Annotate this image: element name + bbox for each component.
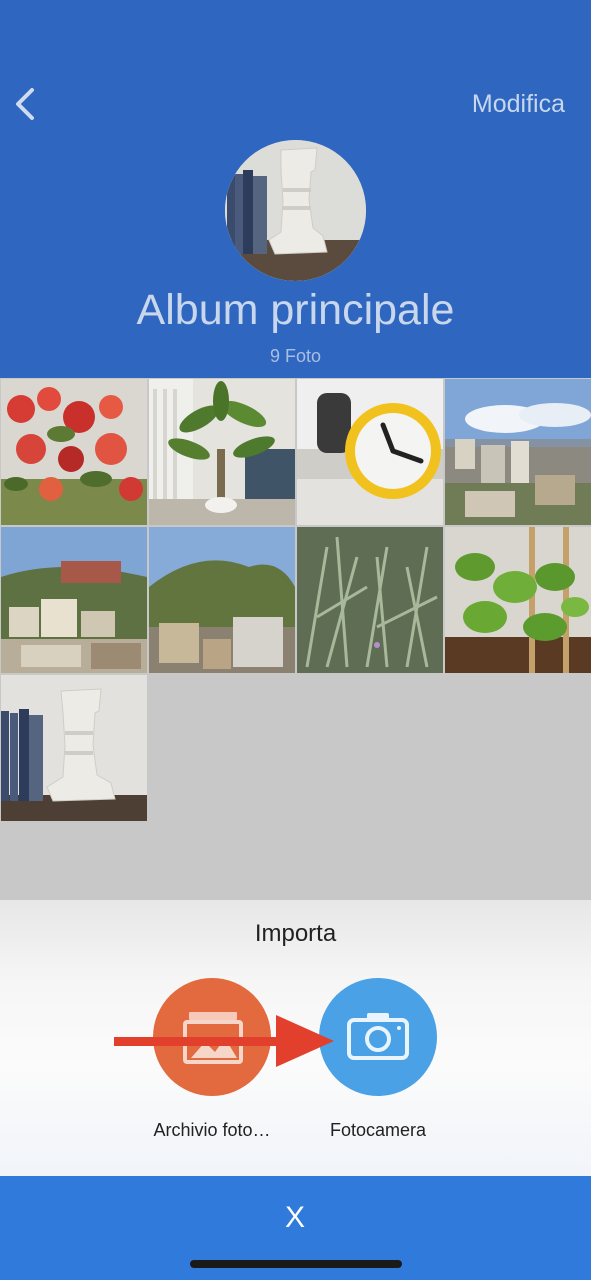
photo-count: 9 Foto xyxy=(269,346,322,366)
photo-white-sculpture[interactable] xyxy=(1,675,147,821)
photo-hillside-buildings-2[interactable] xyxy=(149,527,295,673)
photo-lavender-bush[interactable] xyxy=(297,527,443,673)
home-indicator[interactable] xyxy=(190,1260,402,1268)
album-cover-avatar xyxy=(225,140,366,281)
photo-indoor-plant[interactable] xyxy=(149,379,295,525)
back-button[interactable] xyxy=(10,84,46,124)
album-title: Album principale xyxy=(136,286,455,334)
edit-button[interactable]: Modifica xyxy=(472,90,565,119)
photo-city-skyline[interactable] xyxy=(445,379,591,525)
footer-bar: X xyxy=(0,1176,591,1280)
chevron-left-icon xyxy=(16,88,34,120)
arrow-right-icon xyxy=(114,1015,334,1067)
album-header: Modifica Album principale 9 Foto xyxy=(0,0,591,378)
photo-mint-plant[interactable] xyxy=(445,527,591,673)
photo-hillside-buildings-1[interactable] xyxy=(1,527,147,673)
photo-yellow-clock[interactable] xyxy=(297,379,443,525)
camera-label: Fotocamera xyxy=(329,1120,427,1140)
import-sheet-title: Importa xyxy=(254,920,337,947)
close-button[interactable]: X xyxy=(270,1198,320,1238)
photo-library-label: Archivio foto… xyxy=(153,1120,271,1140)
photo-red-flowers[interactable] xyxy=(1,379,147,525)
camera-icon xyxy=(319,978,437,1096)
